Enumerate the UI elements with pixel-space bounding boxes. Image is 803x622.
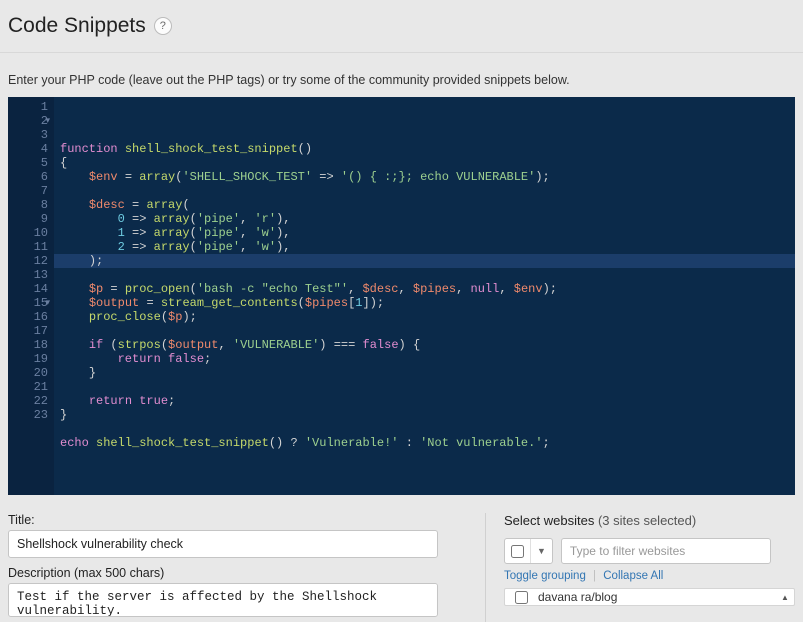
page-header: Code Snippets ? [0,0,803,53]
content-area: Enter your PHP code (leave out the PHP t… [0,53,803,622]
websites-header: Select websites (3 sites selected) [504,513,795,528]
code-editor[interactable]: 12▾3456789101112131415▾1617181920212223 … [8,97,795,495]
title-input[interactable] [8,530,438,558]
description-input[interactable] [8,583,438,617]
websites-panel: Select websites (3 sites selected) ▼ Tog… [485,513,795,622]
form-row: Title: Description (max 500 chars) Selec… [8,513,795,622]
fold-marker-icon[interactable]: ▾ [45,114,50,128]
select-all-checkbox[interactable] [511,545,524,558]
page-title: Code Snippets [8,14,146,38]
editor-gutter: 12▾3456789101112131415▾1617181920212223 [8,97,54,495]
caret-down-icon[interactable]: ▼ [531,546,552,556]
help-icon[interactable]: ? [154,17,172,35]
description-label: Description (max 500 chars) [8,566,461,580]
left-column: Title: Description (max 500 chars) [8,513,461,622]
websites-list[interactable]: davana ra/blog ▲ [504,588,795,606]
collapse-all-link[interactable]: Collapse All [603,570,663,582]
fold-marker-icon[interactable]: ▾ [45,296,50,310]
title-label: Title: [8,513,461,527]
editor-code[interactable]: function shell_shock_test_snippet(){ $en… [54,97,795,495]
scroll-up-icon[interactable]: ▲ [778,590,792,604]
website-item-checkbox[interactable] [515,591,528,604]
website-item-label: davana ra/blog [538,590,617,604]
select-all-toggle[interactable]: ▼ [504,538,553,564]
intro-text: Enter your PHP code (leave out the PHP t… [8,73,795,87]
websites-filter-input[interactable] [561,538,771,564]
toggle-grouping-link[interactable]: Toggle grouping [504,570,586,582]
websites-filter-row: ▼ [504,538,795,564]
websites-links: Toggle grouping | Collapse All [504,570,795,582]
